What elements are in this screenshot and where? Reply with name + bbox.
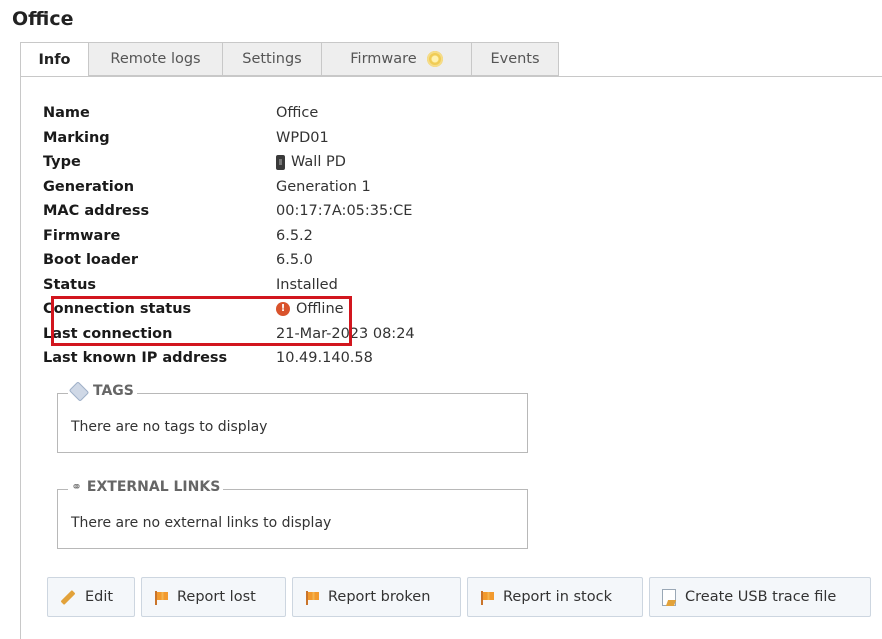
property-value: 10.49.140.58 bbox=[276, 350, 373, 367]
property-label: Generation bbox=[43, 178, 135, 195]
external-links-legend-label: EXTERNAL LINKS bbox=[86, 479, 221, 495]
property-row-last-known-ip: Last known IP address 10.49.140.58 bbox=[43, 346, 415, 371]
tag-icon bbox=[68, 380, 90, 402]
action-buttons: Edit Report lost Report broken Report in… bbox=[47, 577, 871, 617]
flag-icon bbox=[305, 590, 319, 605]
firmware-highlight-box bbox=[51, 296, 352, 346]
document-icon bbox=[662, 588, 676, 606]
report-broken-button[interactable]: Report broken bbox=[292, 577, 461, 617]
property-value: 6.5.2 bbox=[276, 227, 313, 244]
property-row-status: Status Installed bbox=[43, 273, 415, 298]
link-icon: ⚭ bbox=[71, 479, 82, 495]
property-row-generation: Generation Generation 1 bbox=[43, 175, 415, 200]
tags-legend-label: TAGS bbox=[93, 383, 134, 399]
tags-fieldset: TAGS There are no tags to display bbox=[57, 380, 528, 453]
property-value: Installed bbox=[276, 276, 338, 293]
property-label: Last known IP address bbox=[43, 350, 228, 367]
property-label: Status bbox=[43, 276, 97, 293]
property-label: Marking bbox=[43, 129, 110, 146]
property-row-type: Type Wall PD bbox=[43, 150, 415, 175]
gear-icon bbox=[426, 51, 443, 67]
tab-settings[interactable]: Settings bbox=[223, 42, 322, 76]
info-panel: Name Office Marking WPD01 Type Wall PD G… bbox=[20, 76, 882, 639]
phone-icon bbox=[276, 154, 285, 170]
external-links-legend: ⚭ EXTERNAL LINKS bbox=[68, 479, 224, 495]
property-value: 00:17:7A:05:35:CE bbox=[276, 203, 413, 220]
property-value: 6.5.0 bbox=[276, 252, 313, 269]
property-label: MAC address bbox=[43, 203, 150, 220]
report-lost-button[interactable]: Report lost bbox=[141, 577, 286, 617]
tab-bar: Info Remote logs Settings Firmware Event… bbox=[20, 42, 559, 77]
property-label: Firmware bbox=[43, 227, 121, 244]
edit-button-label: Edit bbox=[85, 589, 114, 605]
external-links-fieldset: ⚭ EXTERNAL LINKS There are no external l… bbox=[57, 479, 528, 549]
tab-firmware-label: Firmware bbox=[350, 51, 417, 67]
report-broken-button-label: Report broken bbox=[328, 589, 431, 605]
flag-icon bbox=[154, 590, 168, 605]
property-label: Boot loader bbox=[43, 252, 139, 269]
report-in-stock-button[interactable]: Report in stock bbox=[467, 577, 643, 617]
create-usb-trace-file-button[interactable]: Create USB trace file bbox=[649, 577, 871, 617]
edit-button[interactable]: Edit bbox=[47, 577, 135, 617]
property-value: Office bbox=[276, 105, 319, 122]
property-value-container: Wall PD bbox=[276, 154, 346, 170]
report-in-stock-button-label: Report in stock bbox=[503, 589, 612, 605]
property-value: Generation 1 bbox=[276, 178, 371, 195]
tags-empty-text: There are no tags to display bbox=[71, 419, 268, 435]
property-label: Name bbox=[43, 105, 90, 122]
property-row-mac-address: MAC address 00:17:7A:05:35:CE bbox=[43, 199, 415, 224]
pencil-icon bbox=[60, 589, 76, 605]
property-row-name: Name Office bbox=[43, 101, 415, 126]
tab-info[interactable]: Info bbox=[20, 42, 89, 77]
tab-remote-logs-label: Remote logs bbox=[110, 51, 201, 67]
property-row-marking: Marking WPD01 bbox=[43, 126, 415, 151]
report-lost-button-label: Report lost bbox=[177, 589, 256, 605]
tab-settings-label: Settings bbox=[242, 51, 302, 67]
tab-events-label: Events bbox=[490, 51, 540, 67]
property-row-firmware: Firmware 6.5.2 bbox=[43, 224, 415, 249]
tab-firmware[interactable]: Firmware bbox=[322, 42, 472, 76]
tags-legend: TAGS bbox=[68, 380, 137, 402]
create-usb-trace-file-button-label: Create USB trace file bbox=[685, 589, 837, 605]
property-value: WPD01 bbox=[276, 129, 329, 146]
page-title: Office bbox=[12, 8, 74, 30]
property-row-boot-loader: Boot loader 6.5.0 bbox=[43, 248, 415, 273]
tab-info-label: Info bbox=[38, 52, 71, 68]
tab-events[interactable]: Events bbox=[472, 42, 559, 76]
flag-icon bbox=[480, 590, 494, 605]
property-label: Type bbox=[43, 154, 81, 171]
tab-remote-logs[interactable]: Remote logs bbox=[89, 42, 223, 76]
property-value: Wall PD bbox=[291, 154, 346, 171]
external-links-empty-text: There are no external links to display bbox=[71, 515, 332, 531]
